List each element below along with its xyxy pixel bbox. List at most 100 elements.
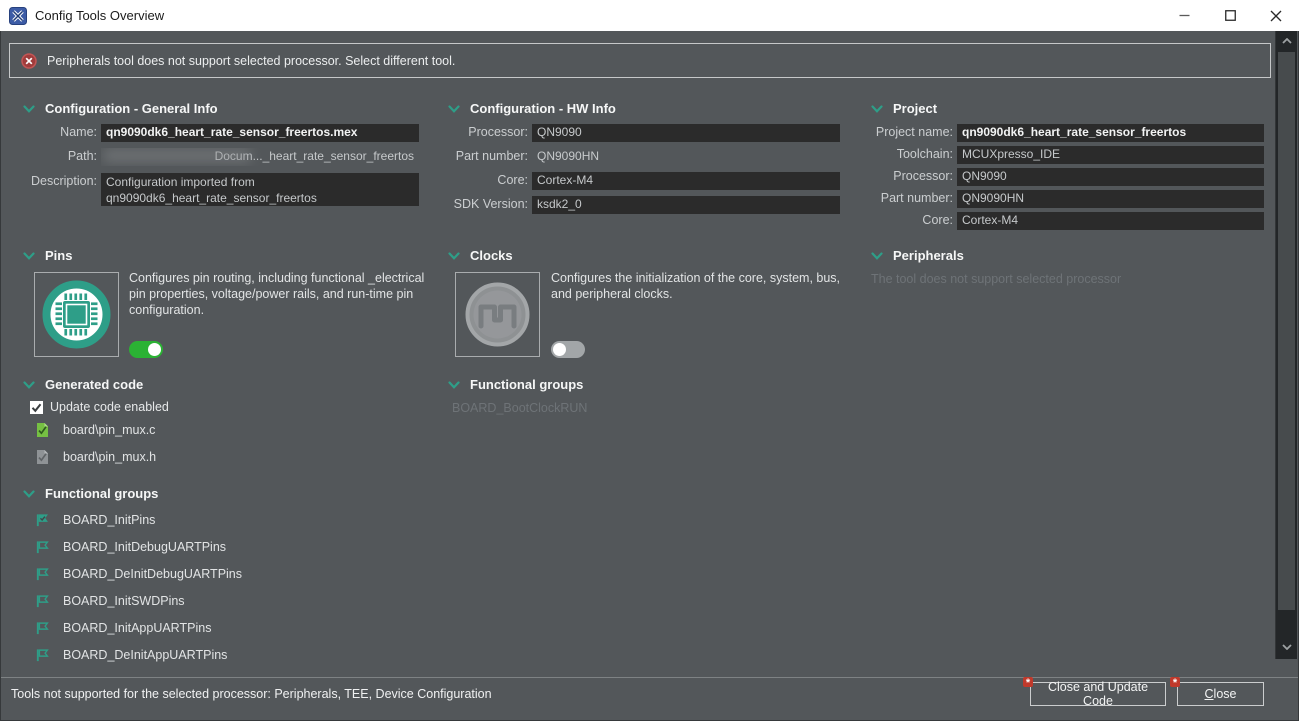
- app-x-logo-icon: [9, 6, 27, 25]
- functional-group-label: BOARD_DeInitDebugUARTPins: [63, 567, 243, 581]
- pins-description: Configures pin routing, including functi…: [129, 271, 425, 317]
- section-title: Peripherals: [893, 247, 964, 263]
- section-general-info: Configuration - General Info Name: qn909…: [21, 100, 419, 212]
- functional-group-label: BOARD_InitPins: [63, 513, 156, 527]
- close-and-update-code-button[interactable]: Close and Update Code: [1030, 680, 1166, 708]
- project-name-label: Project name:: [875, 125, 953, 139]
- config-tools-overview-dialog: Peripherals tool does not support select…: [0, 31, 1299, 721]
- path-label: Path:: [67, 149, 97, 163]
- path-value: Docum..._heart_rate_sensor_freertos: [101, 148, 419, 166]
- peripherals-unsupported-message: The tool does not support selected proce…: [871, 272, 1122, 286]
- section-title: Project: [893, 100, 938, 116]
- part-number-value: QN9090HN: [537, 149, 600, 163]
- file-check-green-icon: [37, 423, 48, 437]
- error-asterisk-badge: *: [1170, 677, 1180, 689]
- section-peripherals: Peripherals The tool does not support se…: [869, 247, 1269, 287]
- collapse-chevron-icon[interactable]: [23, 105, 35, 113]
- functional-group-label: BOARD_DeInitAppUARTPins: [63, 648, 228, 662]
- part-number-label: Part number:: [455, 149, 528, 163]
- section-pins: Pins Configures pin routing, including f…: [21, 247, 433, 369]
- processor-field: QN9090: [532, 124, 840, 142]
- checked-checkbox-icon[interactable]: [30, 400, 43, 414]
- footer-divider: [1, 677, 1298, 678]
- collapse-chevron-icon[interactable]: [448, 252, 460, 260]
- generated-file-row: board\pin_mux.h: [35, 449, 156, 465]
- chevron-down-icon: [1281, 644, 1292, 650]
- core-field: Cortex-M4: [532, 172, 840, 190]
- collapse-chevron-icon[interactable]: [871, 105, 883, 113]
- unsupported-tools-status: Tools not supported for the selected pro…: [11, 687, 492, 701]
- maximize-button[interactable]: [1207, 0, 1253, 31]
- close-button[interactable]: Close: [1177, 682, 1264, 706]
- error-banner: Peripherals tool does not support select…: [9, 43, 1271, 78]
- section-title: Functional groups: [470, 376, 584, 392]
- pins-chip-icon: [42, 280, 111, 349]
- sdk-version-field: ksdk2_0: [532, 196, 840, 214]
- pins-toggle[interactable]: [129, 341, 163, 358]
- name-label: Name:: [60, 125, 97, 139]
- section-title: Clocks: [470, 247, 513, 263]
- functional-group-label: BOARD_InitDebugUARTPins: [63, 540, 227, 554]
- core-label: Core:: [497, 173, 528, 187]
- functional-group-item-disabled: BOARD_BootClockRUN: [452, 401, 588, 415]
- project-core-label: Core:: [922, 213, 953, 227]
- collapse-chevron-icon[interactable]: [23, 490, 35, 498]
- processor-label: Processor:: [468, 125, 528, 139]
- close-window-button[interactable]: [1253, 0, 1299, 31]
- flag-filled-check-icon: [36, 514, 48, 527]
- functional-group-row: BOARD_InitDebugUARTPins: [35, 539, 226, 555]
- project-processor-label: Processor:: [893, 169, 953, 183]
- functional-group-label: BOARD_InitAppUARTPins: [63, 621, 212, 635]
- pins-tool-button[interactable]: [34, 272, 119, 357]
- functional-group-label: BOARD_InitSWDPins: [63, 594, 185, 608]
- generated-file-name: board\pin_mux.c: [63, 423, 156, 437]
- clocks-description: Configures the initialization of the cor…: [551, 271, 841, 301]
- clocks-tool-button[interactable]: [455, 272, 540, 357]
- section-generated-code: Generated code Update code enabled board…: [21, 376, 431, 481]
- collapse-chevron-icon[interactable]: [448, 105, 460, 113]
- section-clocks: Clocks Configures the initialization of …: [446, 247, 846, 369]
- toolchain-label: Toolchain:: [896, 147, 953, 161]
- flag-outline-icon: [36, 622, 49, 635]
- chevron-up-icon: [1281, 38, 1292, 44]
- scrollbar-thumb[interactable]: [1278, 52, 1295, 610]
- minimize-button[interactable]: [1161, 0, 1207, 31]
- scroll-down-button[interactable]: [1276, 637, 1297, 657]
- functional-group-row: BOARD_DeInitAppUARTPins: [35, 647, 227, 663]
- description-field[interactable]: Configuration imported from qn9090dk6_he…: [101, 173, 419, 206]
- toolchain-field[interactable]: MCUXpresso_IDE: [957, 146, 1264, 164]
- update-code-checkbox-row: Update code enabled: [30, 400, 169, 414]
- project-part-number-label: Part number:: [880, 191, 953, 205]
- section-title: Configuration - HW Info: [470, 100, 616, 116]
- flag-outline-icon: [36, 649, 49, 662]
- flag-outline-icon: [36, 568, 49, 581]
- error-asterisk-badge: *: [1023, 677, 1033, 689]
- toggle-knob: [148, 343, 161, 356]
- collapse-chevron-icon[interactable]: [23, 381, 35, 389]
- vertical-scrollbar[interactable]: [1275, 31, 1297, 659]
- functional-group-row: BOARD_InitPins: [35, 512, 155, 528]
- flag-outline-icon: [36, 595, 49, 608]
- scroll-up-button[interactable]: [1276, 31, 1297, 51]
- project-name-field[interactable]: qn9090dk6_heart_rate_sensor_freertos: [957, 124, 1264, 142]
- collapse-chevron-icon[interactable]: [871, 252, 883, 260]
- name-field[interactable]: qn9090dk6_heart_rate_sensor_freertos.mex: [101, 124, 419, 142]
- project-processor-field: QN9090: [957, 168, 1264, 186]
- functional-group-row: BOARD_InitSWDPins: [35, 593, 185, 609]
- collapse-chevron-icon[interactable]: [23, 252, 35, 260]
- clocks-toggle[interactable]: [551, 341, 585, 358]
- section-title: Configuration - General Info: [45, 100, 218, 116]
- section-functional-groups-clocks: Functional groups BOARD_BootClockRUN: [446, 376, 846, 415]
- description-label: Description:: [31, 174, 97, 188]
- functional-group-row: BOARD_DeInitDebugUARTPins: [35, 566, 242, 582]
- flag-outline-icon: [36, 541, 49, 554]
- file-check-gray-icon: [37, 450, 48, 464]
- project-part-number-field: QN9090HN: [957, 190, 1264, 208]
- clocks-wave-icon: [465, 282, 530, 347]
- section-title: Generated code: [45, 376, 144, 392]
- collapse-chevron-icon[interactable]: [448, 381, 460, 389]
- toggle-knob: [553, 343, 566, 356]
- functional-group-row: BOARD_InitAppUARTPins: [35, 620, 211, 636]
- window-title: Config Tools Overview: [35, 8, 165, 23]
- project-core-field: Cortex-M4: [957, 212, 1264, 230]
